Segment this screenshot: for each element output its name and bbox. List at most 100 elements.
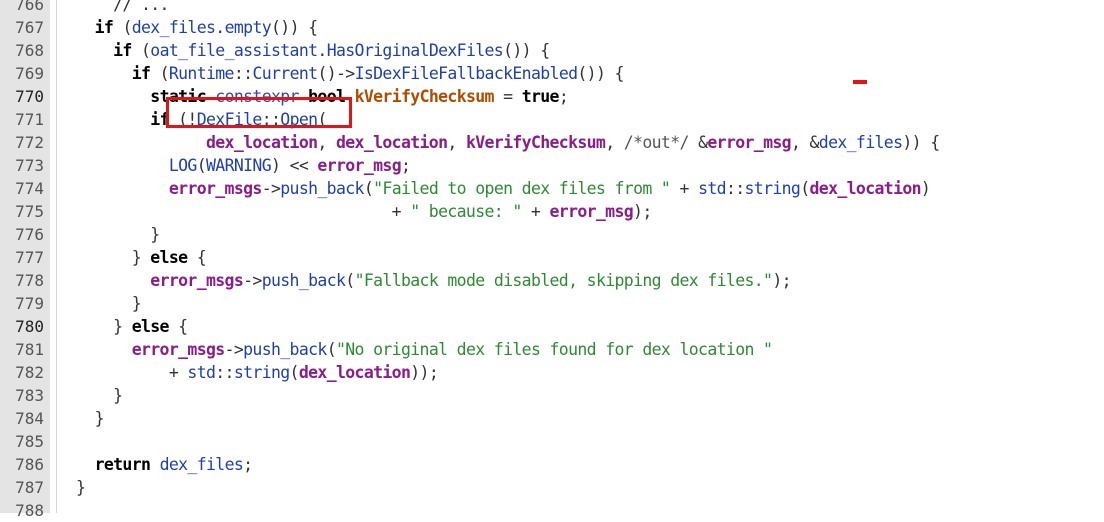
code-token: if (94, 18, 114, 37)
code-token: /*out*/ (623, 133, 690, 152)
code-token: } (76, 248, 151, 267)
code-line[interactable]: 769 if (Runtime::Current()->IsDexFileFal… (0, 62, 1104, 85)
line-number: 776 (15, 225, 44, 244)
code-token: + (76, 363, 188, 382)
code-text: } else { (76, 246, 207, 269)
code-token: ( (800, 179, 810, 198)
code-line[interactable]: 777 } else { (0, 246, 1104, 269)
code-text: } (76, 292, 142, 315)
code-line[interactable]: 784 } (0, 407, 1104, 430)
code-line[interactable]: 788 (0, 499, 1104, 522)
code-text: if (Runtime::Current()->IsDexFileFallbac… (76, 62, 625, 85)
line-number: 788 (15, 501, 44, 520)
code-editor[interactable]: 766 // ... 767 if (dex_files.empty()) {76… (0, 0, 1104, 520)
code-token: ; (400, 156, 411, 175)
code-token: ()) { (271, 18, 318, 37)
line-number: 773 (15, 156, 44, 175)
code-line[interactable]: 783 } (0, 384, 1104, 407)
code-token: ()-> (317, 64, 355, 83)
code-token: dex_location (335, 133, 448, 152)
code-token: , (605, 133, 624, 152)
code-line[interactable]: 772 dex_location, dex_location, kVerifyC… (0, 131, 1104, 154)
code-line[interactable]: 767 if (dex_files.empty()) { (0, 16, 1104, 39)
line-number: 777 (15, 248, 44, 267)
code-token: ( (150, 64, 170, 83)
code-line[interactable]: 782 + std::string(dex_location)); (0, 361, 1104, 384)
code-token: ()) { (503, 41, 550, 60)
code-token: ( (326, 340, 337, 359)
line-number: 766 (15, 0, 44, 14)
code-line[interactable]: 775 + " because: " + error_msg); (0, 200, 1104, 223)
code-token: dex_location (809, 179, 922, 198)
code-line[interactable]: 768 if (oat_file_assistant.HasOriginalDe… (0, 39, 1104, 62)
code-text: + std::string(dex_location)); (76, 361, 439, 384)
code-token: dex_location (205, 133, 318, 152)
code-token: , & (790, 133, 820, 152)
code-token: + (670, 179, 699, 198)
code-text: if (oat_file_assistant.HasOriginalDexFil… (76, 39, 550, 62)
code-line[interactable]: 780 } else { (0, 315, 1104, 338)
code-token: kVerifyChecksum (465, 133, 606, 152)
code-token: -> (243, 271, 262, 290)
code-token: } (76, 225, 160, 244)
code-token: )) { (902, 133, 940, 152)
code-line[interactable]: 785 (0, 430, 1104, 453)
code-token: true (521, 87, 560, 106)
line-number: 787 (15, 478, 44, 497)
code-text: return dex_files; (76, 453, 254, 476)
code-token: = (493, 87, 522, 106)
code-token: else (150, 248, 188, 267)
code-line[interactable]: 766 // ... (0, 0, 1104, 16)
code-line[interactable]: 774 error_msgs->push_back("Failed to ope… (0, 177, 1104, 200)
code-token: } (76, 386, 123, 405)
code-token: ); (772, 271, 791, 290)
code-token: )); (410, 363, 439, 382)
code-line[interactable]: 779 } (0, 292, 1104, 315)
code-text: error_msgs->push_back("Fallback mode dis… (76, 269, 791, 292)
code-token: ( (345, 271, 355, 290)
code-text: dex_location, dex_location, kVerifyCheck… (76, 131, 940, 154)
code-token: push_back (280, 179, 364, 198)
code-token: error_msgs (150, 271, 244, 290)
code-token: IsDexFileFallbackEnabled (354, 64, 578, 83)
code-token: // ... (76, 0, 169, 14)
code-token: else (131, 317, 170, 336)
code-text: // ... (76, 0, 169, 16)
code-token: { (187, 248, 207, 267)
code-line[interactable]: 778 error_msgs->push_back("Fallback mode… (0, 269, 1104, 292)
code-text: error_msgs->push_back("Failed to open de… (76, 177, 931, 200)
code-token: error_msgs (131, 340, 225, 359)
code-text: LOG(WARNING) << error_msg; (76, 154, 411, 177)
code-text: if (dex_files.empty()) { (76, 16, 319, 39)
code-token: ( (289, 363, 300, 382)
code-token: . (215, 18, 225, 37)
line-number: 783 (15, 386, 44, 405)
code-text: } (76, 407, 105, 430)
code-token: oat_file_assistant (150, 41, 318, 60)
code-token: -> (224, 340, 244, 359)
code-line[interactable]: 776 } (0, 223, 1104, 246)
code-token: } (76, 409, 105, 428)
code-token: ( (131, 41, 151, 60)
code-lines: 766 // ... 767 if (dex_files.empty()) {76… (0, 0, 1104, 522)
code-text: } (76, 476, 86, 499)
code-line[interactable]: 787} (0, 476, 1104, 499)
code-token: "Failed to open dex files from " (373, 179, 671, 198)
code-token: ( (113, 18, 132, 37)
code-token: ( (196, 156, 207, 175)
line-number: 770 (15, 87, 44, 106)
code-line[interactable]: 773 LOG(WARNING) << error_msg; (0, 154, 1104, 177)
code-token: string (233, 363, 290, 382)
code-line[interactable]: 781 error_msgs->push_back("No original d… (0, 338, 1104, 361)
code-token: LOG (168, 156, 198, 175)
code-token: + (521, 202, 550, 221)
code-token: error_msg (549, 202, 634, 221)
code-text: } else { (76, 315, 188, 338)
code-token: ); (633, 202, 652, 221)
code-line[interactable]: 786 return dex_files; (0, 453, 1104, 476)
